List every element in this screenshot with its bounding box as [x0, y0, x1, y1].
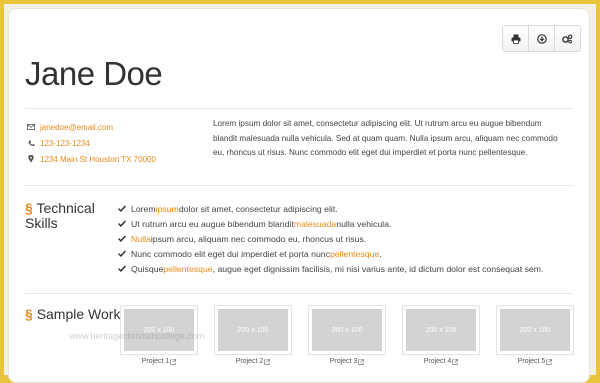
contact-address-row: 1234 Main St Houston TX 70000 — [25, 151, 156, 167]
settings-icon — [562, 34, 573, 43]
project-link[interactable]: Project 4 — [424, 358, 452, 365]
project-caption: Project 5 — [496, 358, 574, 365]
list-item: Lorem ipsum dolor sit amet, consectetur … — [118, 201, 588, 216]
map-pin-icon — [25, 153, 37, 165]
external-link-icon — [546, 358, 553, 365]
section-symbol: § — [25, 306, 33, 322]
skill-text-post: , augue eget dignissim facilisis, mi nis… — [212, 263, 544, 274]
project-thumbnail-frame: 200 x 100 — [214, 305, 292, 355]
skill-highlight: malesuada — [293, 218, 337, 229]
skill-highlight: pellentesque — [163, 263, 213, 274]
list-item: Nunc commodo elit eget dui imperdiet et … — [118, 246, 588, 261]
project-thumbnail[interactable]: 200 x 100 — [500, 309, 570, 351]
skills-list: Lorem ipsum dolor sit amet, consectetur … — [118, 201, 588, 276]
project-link[interactable]: Project 3 — [330, 358, 358, 365]
address-link[interactable]: 1234 Main St Houston TX 70000 — [40, 155, 156, 164]
project-thumbnail-frame: 200 x 100 — [402, 305, 480, 355]
sample-work-heading: § Sample Work — [25, 307, 120, 322]
divider — [25, 293, 573, 294]
skill-text-post: ipsum arcu, aliquam nec commodo eu, rhon… — [150, 233, 367, 244]
external-link-icon — [264, 358, 271, 365]
candidate-name: Jane Doe — [25, 55, 163, 92]
contact-phone-row: 123-123-1234 — [25, 135, 156, 151]
external-link-icon — [358, 358, 365, 365]
project-thumbnail[interactable]: 200 x 100 — [218, 309, 288, 351]
check-icon — [118, 235, 128, 242]
project-card[interactable]: 200 x 100 Project 5 — [496, 305, 574, 365]
technical-skills-heading: § Technical Skills — [25, 201, 95, 231]
project-thumbnail[interactable]: 200 x 100 — [312, 309, 382, 351]
download-icon — [536, 33, 547, 44]
download-button[interactable] — [529, 26, 555, 51]
skill-text-pre: Lorem — [131, 203, 156, 214]
resume-card: Jane Doe janedoe@email.com 123-123-1234 … — [8, 8, 590, 383]
project-caption: Project 2 — [214, 358, 292, 365]
project-link[interactable]: Project 5 — [518, 358, 546, 365]
external-link-icon — [170, 358, 177, 365]
section-title: Sample Work — [36, 306, 121, 322]
phone-icon — [25, 137, 37, 149]
section-symbol: § — [25, 200, 33, 216]
contact-block: janedoe@email.com 123-123-1234 1234 Main… — [25, 119, 156, 167]
project-card[interactable]: 200 x 100 Project 2 — [214, 305, 292, 365]
skill-text-pre: Nunc commodo elit eget dui imperdiet et … — [131, 248, 330, 259]
phone-link[interactable]: 123-123-1234 — [40, 139, 90, 148]
print-button[interactable] — [503, 26, 529, 51]
project-link[interactable]: Project 1 — [142, 358, 170, 365]
skill-text-post: . — [379, 248, 382, 259]
list-item: Nulla ipsum arcu, aliquam nec commodo eu… — [118, 231, 588, 246]
check-icon — [118, 205, 128, 212]
project-thumbnail-frame: 200 x 100 — [496, 305, 574, 355]
divider — [25, 108, 573, 109]
project-card[interactable]: 200 x 100 Project 3 — [308, 305, 386, 365]
email-link[interactable]: janedoe@email.com — [40, 123, 113, 132]
envelope-icon — [25, 121, 37, 133]
project-caption: Project 4 — [402, 358, 480, 365]
project-caption: Project 3 — [308, 358, 386, 365]
print-icon — [511, 34, 520, 44]
check-icon — [118, 265, 128, 272]
divider — [25, 185, 573, 186]
skill-text-pre: Ut rutrum arcu eu augue bibendum blandit — [131, 218, 294, 229]
skill-text-pre: Quisque — [131, 263, 164, 274]
list-item: Quisque pellentesque, augue eget digniss… — [118, 261, 588, 276]
section-title-line1: Technical — [36, 200, 95, 216]
check-icon — [118, 250, 128, 257]
section-title-line2: Skills — [25, 215, 58, 231]
settings-button[interactable] — [555, 26, 580, 51]
skill-highlight: ipsum — [155, 203, 179, 214]
skill-highlight: Nulla — [131, 233, 151, 244]
project-thumbnail-frame: 200 x 100 — [120, 305, 198, 355]
list-item: Ut rutrum arcu eu augue bibendum blandit… — [118, 216, 588, 231]
watermark: www.heritagechristiancollege.com — [69, 331, 205, 341]
project-card[interactable]: 200 x 100 Project 4 — [402, 305, 480, 365]
project-thumbnail-frame: 200 x 100 — [308, 305, 386, 355]
intro-text: Lorem ipsum dolor sit amet, consectetur … — [213, 119, 558, 157]
contact-email-row: janedoe@email.com — [25, 119, 156, 135]
toolbar — [502, 25, 581, 52]
skill-text-post: dolor sit amet, consectetur adipiscing e… — [178, 203, 338, 214]
project-thumbnail[interactable]: 200 x 100 — [406, 309, 476, 351]
external-link-icon — [452, 358, 459, 365]
skill-highlight: pellentesque — [329, 248, 380, 259]
check-icon — [118, 220, 128, 227]
project-thumbnail[interactable]: 200 x 100 — [124, 309, 194, 351]
project-link[interactable]: Project 2 — [236, 358, 264, 365]
skill-text-post: nulla vehicula. — [336, 218, 392, 229]
project-caption: Project 1 — [120, 358, 198, 365]
